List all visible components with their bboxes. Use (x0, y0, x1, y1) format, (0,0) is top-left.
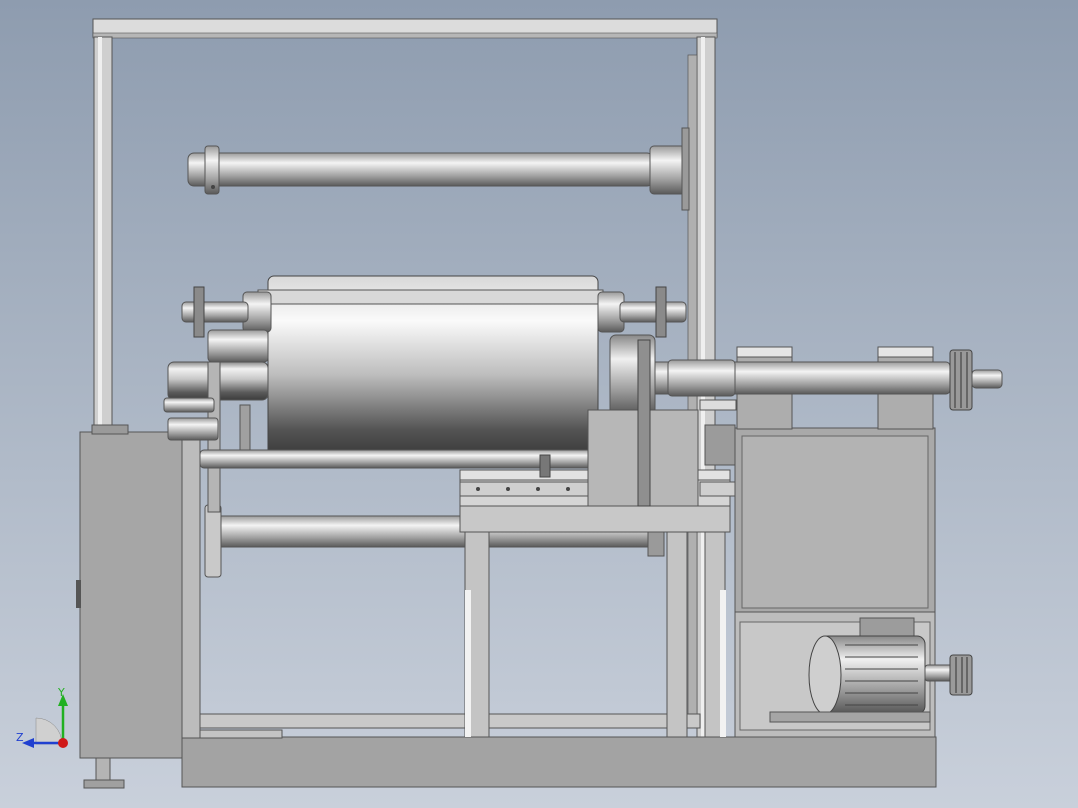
z-axis-label: Z (16, 731, 24, 744)
frame-top-beam (92, 18, 718, 39)
axes-icon (22, 694, 68, 748)
upper-idler-roller (187, 127, 690, 211)
machine-assembly-drawing (76, 18, 1003, 789)
electrical-cabinet (76, 424, 183, 789)
frame-left-post (93, 36, 113, 433)
cad-viewport[interactable]: Y Z (0, 0, 1078, 808)
y-axis-label: Y (58, 686, 65, 699)
coordinate-triad: Y Z (12, 686, 82, 756)
main-drum (242, 275, 625, 457)
